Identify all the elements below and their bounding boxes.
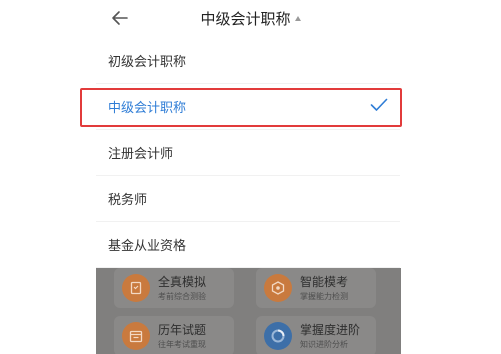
feature-card-smart-exam[interactable]: 智能模考 掌握能力检测	[256, 268, 376, 308]
card-subtitle: 知识进阶分析	[300, 340, 348, 349]
option-item-cpa[interactable]: 注册会计师	[96, 130, 400, 176]
card-subtitle: 考前综合测验	[158, 292, 206, 301]
page-title: 中级会计职称	[200, 10, 291, 28]
option-label: 税务师	[108, 193, 148, 208]
option-item-intermediate-accountant[interactable]: 中级会计职称	[96, 84, 400, 130]
header: 中级会计职称	[0, 0, 501, 38]
card-title: 全真模拟	[158, 275, 207, 289]
progress-ring-icon	[264, 322, 292, 350]
hexagon-icon	[264, 274, 292, 302]
feature-card-past-papers[interactable]: 历年试题 往年考试重现	[114, 316, 234, 354]
feature-card-mastery[interactable]: 掌握度进阶 知识进阶分析	[256, 316, 376, 354]
card-title: 智能模考	[300, 275, 349, 289]
card-subtitle: 掌握能力检测	[300, 292, 348, 301]
option-label: 中级会计职称	[108, 101, 187, 116]
card-title: 历年试题	[158, 323, 207, 337]
option-item-fund-qualification[interactable]: 基金从业资格	[96, 222, 400, 268]
option-item-junior-accountant[interactable]: 初级会计职称	[96, 38, 400, 84]
feature-card-mock-exam[interactable]: 全真模拟 考前综合测验	[114, 268, 234, 308]
category-dropdown-toggle[interactable]: 中级会计职称	[0, 8, 501, 29]
option-label: 初级会计职称	[108, 55, 187, 70]
option-item-tax-agent[interactable]: 税务师	[96, 176, 400, 222]
checkmark-icon	[370, 98, 388, 111]
calendar-icon	[122, 322, 150, 350]
caret-up-icon	[294, 16, 301, 21]
document-icon	[122, 274, 150, 302]
dimmed-background-overlay[interactable]: 全真模拟 考前综合测验 智能模考 掌握能力检测 历年试题 往年考试重现 掌握度进…	[96, 268, 401, 354]
card-title: 掌握度进阶	[300, 323, 361, 337]
category-option-list: 初级会计职称 中级会计职称 注册会计师 税务师 基金从业资格	[96, 38, 400, 268]
option-label: 注册会计师	[108, 147, 174, 162]
card-subtitle: 往年考试重现	[158, 340, 206, 349]
option-label: 基金从业资格	[108, 239, 187, 254]
